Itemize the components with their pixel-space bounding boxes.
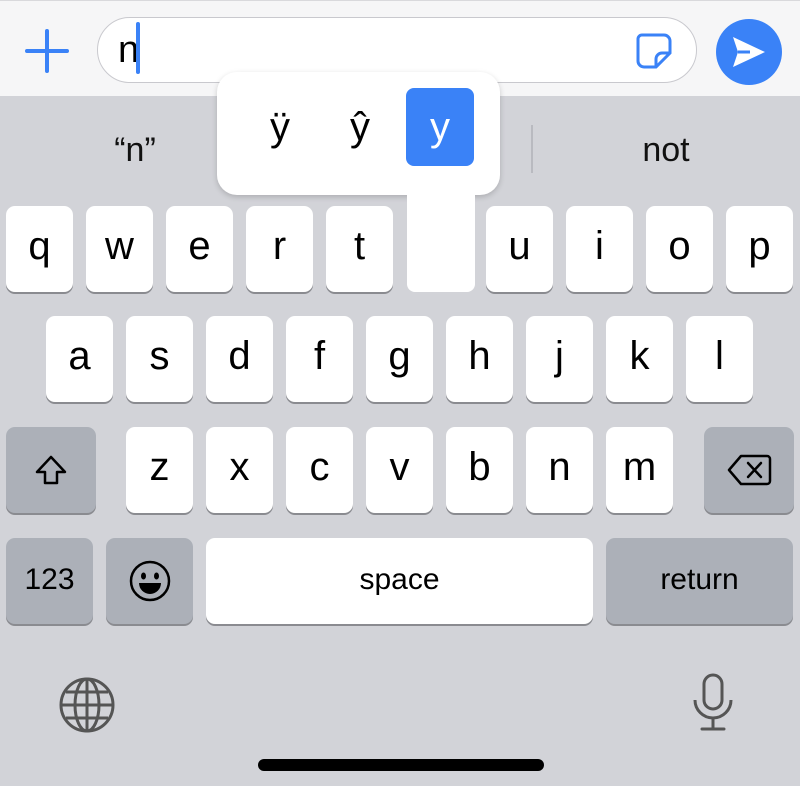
- key-e[interactable]: e: [166, 206, 233, 292]
- send-button[interactable]: [716, 19, 782, 85]
- sticker-icon[interactable]: [634, 31, 674, 71]
- key-z[interactable]: z: [126, 427, 193, 513]
- key-p[interactable]: p: [726, 206, 793, 292]
- key-x[interactable]: x: [206, 427, 273, 513]
- prediction-divider: [531, 125, 533, 173]
- key-b[interactable]: b: [446, 427, 513, 513]
- accent-option-y-circumflex[interactable]: ŷ: [326, 88, 394, 166]
- key-r[interactable]: r: [246, 206, 313, 292]
- emoji-icon: [129, 560, 170, 602]
- key-h[interactable]: h: [446, 316, 513, 402]
- accent-option-y-diaeresis[interactable]: ÿ: [246, 88, 314, 166]
- text-caret: [136, 22, 140, 74]
- key-y-pressed[interactable]: [407, 180, 475, 292]
- key-j[interactable]: j: [526, 316, 593, 402]
- delete-icon: [727, 454, 772, 486]
- microphone-icon[interactable]: [690, 672, 736, 734]
- key-o[interactable]: o: [646, 206, 713, 292]
- key-c[interactable]: c: [286, 427, 353, 513]
- key-s[interactable]: s: [126, 316, 193, 402]
- delete-key[interactable]: [704, 427, 794, 513]
- send-arrow-icon: [733, 37, 765, 67]
- prediction-literal[interactable]: “n”: [60, 128, 210, 172]
- key-q[interactable]: q: [6, 206, 73, 292]
- prediction-not[interactable]: not: [560, 128, 772, 172]
- key-d[interactable]: d: [206, 316, 273, 402]
- key-m[interactable]: m: [606, 427, 673, 513]
- shift-key[interactable]: [6, 427, 96, 513]
- key-f[interactable]: f: [286, 316, 353, 402]
- emoji-key[interactable]: [106, 538, 193, 624]
- key-u[interactable]: u: [486, 206, 553, 292]
- key-g[interactable]: g: [366, 316, 433, 402]
- key-a[interactable]: a: [46, 316, 113, 402]
- shift-icon: [35, 455, 67, 485]
- return-key[interactable]: return: [606, 538, 793, 624]
- key-v[interactable]: v: [366, 427, 433, 513]
- globe-icon[interactable]: [58, 676, 116, 734]
- home-indicator[interactable]: [258, 759, 544, 771]
- key-n[interactable]: n: [526, 427, 593, 513]
- key-k[interactable]: k: [606, 316, 673, 402]
- key-t[interactable]: t: [326, 206, 393, 292]
- key-w[interactable]: w: [86, 206, 153, 292]
- key-i[interactable]: i: [566, 206, 633, 292]
- accent-option-y-selected[interactable]: y: [406, 88, 474, 166]
- space-key[interactable]: space: [206, 538, 593, 624]
- numbers-key[interactable]: 123: [6, 538, 93, 624]
- plus-icon[interactable]: [24, 28, 70, 74]
- key-l[interactable]: l: [686, 316, 753, 402]
